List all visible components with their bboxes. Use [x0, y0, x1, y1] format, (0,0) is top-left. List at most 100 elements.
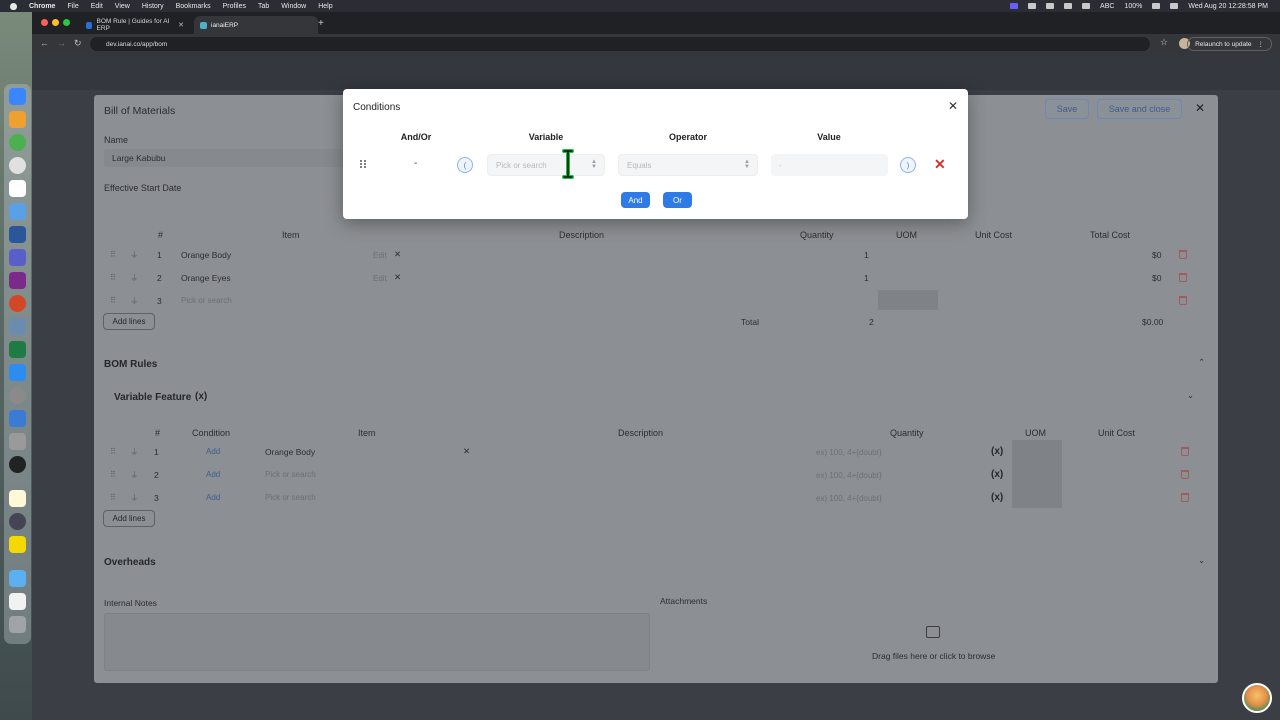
mail-icon[interactable] [9, 203, 26, 220]
chevron-up-icon[interactable]: ⌃ [1198, 357, 1205, 368]
edit-link[interactable]: Edit [373, 274, 387, 283]
menu-window[interactable]: Window [281, 3, 306, 10]
drag-handle-icon[interactable]: ⠿ [110, 273, 116, 282]
remove-condition-icon[interactable]: ✕ [934, 157, 946, 171]
powerpoint-icon[interactable] [9, 295, 26, 312]
chevron-down-icon[interactable]: ⌄ [1198, 555, 1205, 566]
condition-add-link[interactable]: Add [206, 470, 220, 479]
input-source[interactable]: ABC [1100, 3, 1114, 10]
rule-item-search-input[interactable]: Pick or search [265, 493, 316, 502]
filter-icon[interactable]: ⏚ [130, 249, 139, 261]
quantity-value[interactable]: 1 [864, 250, 869, 260]
calendar-icon[interactable] [9, 180, 26, 197]
new-tab-icon[interactable]: + [318, 18, 324, 29]
bookmark-star-icon[interactable]: ☆ [1160, 37, 1168, 48]
drag-handle-icon[interactable]: ⠿ [110, 447, 116, 456]
name-field[interactable]: Large Kabubu [104, 149, 344, 167]
trash-icon[interactable] [9, 616, 26, 633]
close-window-button[interactable] [41, 19, 48, 26]
chevron-down-icon[interactable]: ⌄ [1187, 390, 1194, 401]
finder-icon[interactable] [9, 88, 26, 105]
value-input[interactable]: - [771, 154, 888, 176]
delete-row-icon[interactable] [1181, 447, 1189, 456]
filter-icon[interactable]: ⏚ [130, 492, 139, 504]
close-tab-icon[interactable]: ✕ [178, 21, 184, 29]
word-icon[interactable] [9, 226, 26, 243]
drag-handle-icon[interactable]: ⠿ [110, 493, 116, 502]
internal-notes-textarea[interactable] [104, 613, 650, 671]
status-icon[interactable] [1028, 3, 1037, 9]
drag-handle-icon[interactable]: ⠿ [110, 296, 116, 305]
add-and-condition-button[interactable]: And [621, 192, 650, 208]
maximize-window-button[interactable] [63, 19, 70, 26]
menu-app-name[interactable]: Chrome [29, 3, 55, 10]
settings-icon[interactable] [9, 387, 26, 404]
menu-help[interactable]: Help [318, 3, 332, 10]
attachments-dropzone[interactable]: Drag files here or click to browse [660, 613, 1208, 671]
clear-item-icon[interactable]: ✕ [463, 446, 470, 457]
bluetooth-icon[interactable] [1082, 3, 1091, 9]
close-modal-icon[interactable]: ✕ [948, 100, 958, 112]
menu-bookmarks[interactable]: Bookmarks [176, 3, 211, 10]
tasks-icon[interactable] [9, 410, 26, 427]
drag-handle-icon[interactable]: ⠿ [110, 250, 116, 259]
item-name[interactable]: Orange Eyes [181, 273, 231, 283]
address-bar[interactable]: dev.ianai.co/app/bom [90, 37, 1150, 51]
back-icon[interactable]: ← [40, 38, 49, 48]
variable-icon[interactable]: (x) [991, 469, 1003, 480]
condition-add-link[interactable]: Add [206, 447, 220, 456]
notes-icon[interactable] [9, 490, 26, 507]
wifi-icon[interactable] [1152, 3, 1161, 9]
screen-record-icon[interactable] [1010, 3, 1019, 9]
assistant-avatar[interactable] [1242, 683, 1272, 713]
close-panel-icon[interactable]: ✕ [1195, 101, 1205, 115]
quicktime-icon[interactable] [9, 513, 26, 530]
delete-row-icon[interactable] [1179, 273, 1187, 282]
save-and-close-button[interactable]: Save and close [1097, 99, 1182, 119]
forward-icon[interactable]: → [57, 38, 66, 48]
rule-quantity-input[interactable]: ex) 100, 4+{doubt} [816, 494, 882, 503]
rule-quantity-input[interactable]: ex) 100, 4+{doubt} [816, 471, 882, 480]
filter-icon[interactable]: ⏚ [130, 469, 139, 481]
and-or-value[interactable]: - [414, 158, 417, 169]
status-icon[interactable] [1046, 3, 1055, 9]
rule-item-search-input[interactable]: Pick or search [265, 470, 316, 479]
filter-icon[interactable]: ⏚ [130, 295, 139, 307]
headphones-icon[interactable] [1064, 3, 1073, 9]
teams-icon[interactable] [9, 249, 26, 266]
edit-link[interactable]: Edit [373, 251, 387, 260]
browser-tab-ianaierp[interactable]: ianaiERP [194, 16, 318, 34]
delete-row-icon[interactable] [1181, 470, 1189, 479]
folder-icon[interactable] [9, 570, 26, 587]
menu-file[interactable]: File [67, 3, 78, 10]
delete-row-icon[interactable] [1179, 250, 1187, 259]
drag-handle-icon[interactable]: ⠿ [110, 470, 116, 479]
variable-icon[interactable]: (x) [991, 446, 1003, 457]
launchpad-icon[interactable] [9, 111, 26, 128]
clock[interactable]: Wed Aug 20 12:28:58 PM [1188, 3, 1268, 10]
rules-uom-cells[interactable] [1012, 440, 1062, 508]
chrome-icon[interactable] [9, 134, 26, 151]
preview-icon[interactable] [9, 318, 26, 335]
item-search-input[interactable]: Pick or search [181, 296, 232, 305]
battery-level[interactable]: 100% [1124, 3, 1142, 10]
document-icon[interactable] [9, 593, 26, 610]
apple-icon[interactable] [10, 2, 17, 10]
reload-icon[interactable]: ↻ [74, 38, 82, 49]
drag-handle-icon[interactable] [360, 160, 366, 169]
condition-add-link[interactable]: Add [206, 493, 220, 502]
browser-tab-guides[interactable]: BOM Rule | Guides for AI ERP ✕ [80, 16, 190, 34]
chatgpt-icon[interactable] [9, 157, 26, 174]
delete-row-icon[interactable] [1181, 493, 1189, 502]
clock-icon[interactable] [9, 456, 26, 473]
close-paren-button[interactable]: ) [900, 157, 916, 173]
variable-icon[interactable]: (x) [195, 391, 207, 402]
variable-select[interactable]: Pick or search ▲ ▼ [487, 154, 605, 176]
app-store-icon[interactable] [9, 364, 26, 381]
add-lines-button[interactable]: Add lines [103, 313, 155, 330]
open-paren-button[interactable]: ( [457, 157, 473, 173]
quantity-value[interactable]: 1 [864, 273, 869, 283]
calculator-icon[interactable] [9, 433, 26, 450]
menu-profiles[interactable]: Profiles [223, 3, 246, 10]
clear-item-icon[interactable]: ✕ [394, 249, 401, 260]
